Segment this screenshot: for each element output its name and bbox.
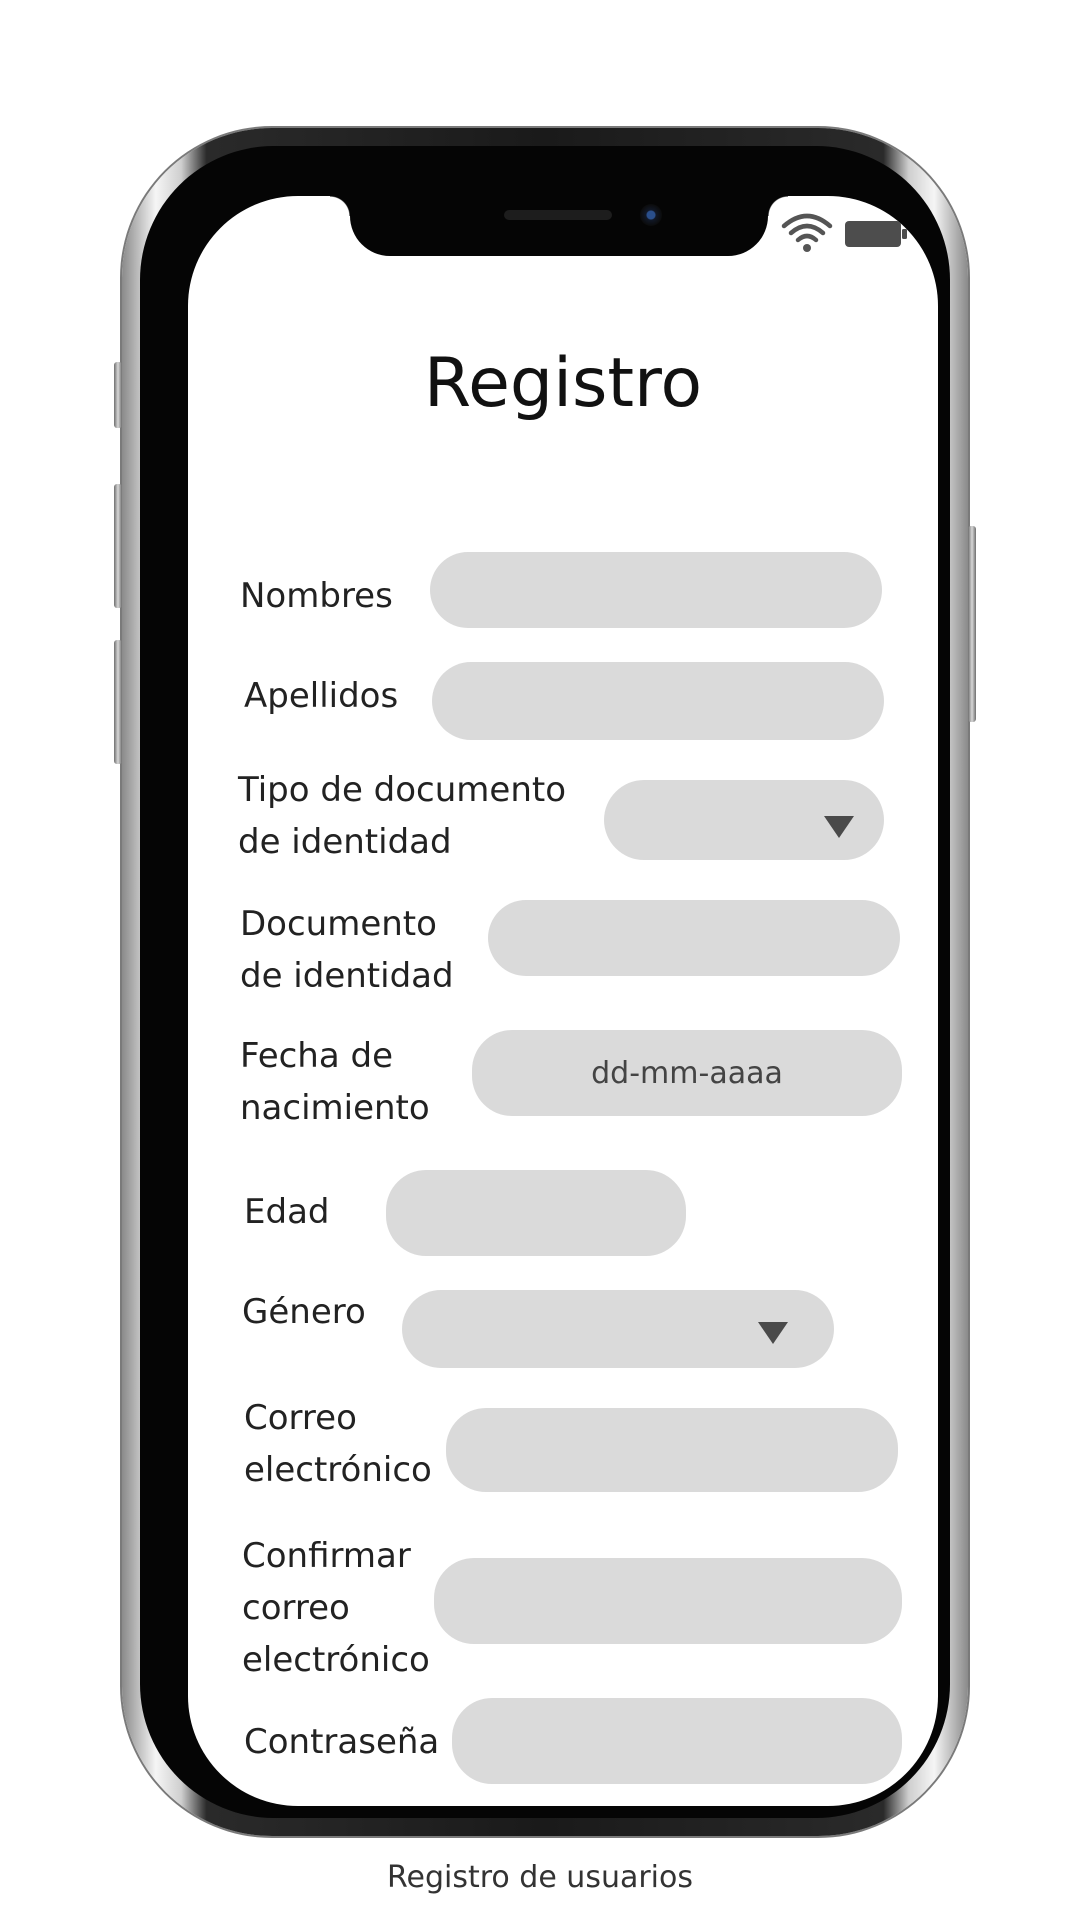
volume-up-button xyxy=(114,484,122,608)
documento-label-line2: de identidad xyxy=(240,956,454,996)
apellidos-input[interactable] xyxy=(432,662,884,740)
correo-label: Correo electrónico xyxy=(244,1392,432,1496)
volume-down-button xyxy=(114,640,122,764)
silent-switch xyxy=(114,362,122,428)
nombres-input[interactable] xyxy=(430,552,882,628)
tipo-documento-label: Tipo de documento de identidad xyxy=(238,764,566,868)
correo-input[interactable] xyxy=(446,1408,898,1492)
confirmar-correo-label: Confirmar correo electrónico xyxy=(242,1530,430,1686)
documento-input[interactable] xyxy=(488,900,900,976)
nombres-label-text: Nombres xyxy=(240,576,393,616)
page-title: Registro xyxy=(423,344,703,423)
genero-select[interactable] xyxy=(402,1290,834,1368)
speaker-grille xyxy=(504,210,612,220)
chevron-down-icon xyxy=(824,816,854,838)
edad-label: Edad xyxy=(244,1186,329,1238)
genero-label: Género xyxy=(242,1286,366,1338)
fecha-nacimiento-label: Fecha de nacimiento xyxy=(240,1030,430,1134)
tipo-documento-label-line1: Tipo de documento xyxy=(238,770,567,810)
fecha-nacimiento-label-line1: Fecha de xyxy=(240,1036,393,1076)
contrasena-label-text: Contraseña xyxy=(244,1722,440,1762)
figure-caption: Registro de usuarios xyxy=(386,1860,694,1895)
fecha-nacimiento-placeholder: dd-mm-aaaa xyxy=(591,1055,783,1091)
chevron-down-icon xyxy=(758,1322,788,1344)
confirmar-correo-label-line1: Confirmar xyxy=(242,1536,411,1576)
documento-label-line1: Documento xyxy=(240,904,437,944)
contrasena-label: Contraseña xyxy=(244,1716,439,1768)
confirmar-correo-input[interactable] xyxy=(434,1558,902,1644)
phone-bezel: Registro Nombres Apellidos Tipo de docum… xyxy=(140,146,950,1818)
contrasena-input[interactable] xyxy=(452,1698,902,1784)
confirmar-correo-label-line2: correo xyxy=(242,1588,350,1628)
fecha-nacimiento-input[interactable]: dd-mm-aaaa xyxy=(472,1030,902,1116)
documento-label: Documento de identidad xyxy=(240,898,454,1002)
tipo-documento-select[interactable] xyxy=(604,780,884,860)
genero-label-text: Género xyxy=(242,1292,366,1332)
fecha-nacimiento-label-line2: nacimiento xyxy=(240,1088,430,1128)
apellidos-label: Apellidos xyxy=(244,670,398,722)
phone-frame: Registro Nombres Apellidos Tipo de docum… xyxy=(114,128,976,1836)
correo-label-line2: electrónico xyxy=(244,1450,432,1490)
confirmar-correo-label-line3: electrónico xyxy=(242,1640,430,1680)
edad-input[interactable] xyxy=(386,1170,686,1256)
front-camera xyxy=(640,204,662,226)
correo-label-line1: Correo xyxy=(244,1398,357,1438)
phone-screen: Registro Nombres Apellidos Tipo de docum… xyxy=(188,196,938,1806)
apellidos-label-text: Apellidos xyxy=(244,676,399,716)
wifi-icon xyxy=(781,213,833,252)
notch xyxy=(330,196,788,256)
edad-label-text: Edad xyxy=(244,1192,330,1232)
battery-icon xyxy=(845,221,907,247)
tipo-documento-label-line2: de identidad xyxy=(238,822,452,862)
power-button xyxy=(968,526,976,722)
nombres-label: Nombres xyxy=(240,570,393,622)
